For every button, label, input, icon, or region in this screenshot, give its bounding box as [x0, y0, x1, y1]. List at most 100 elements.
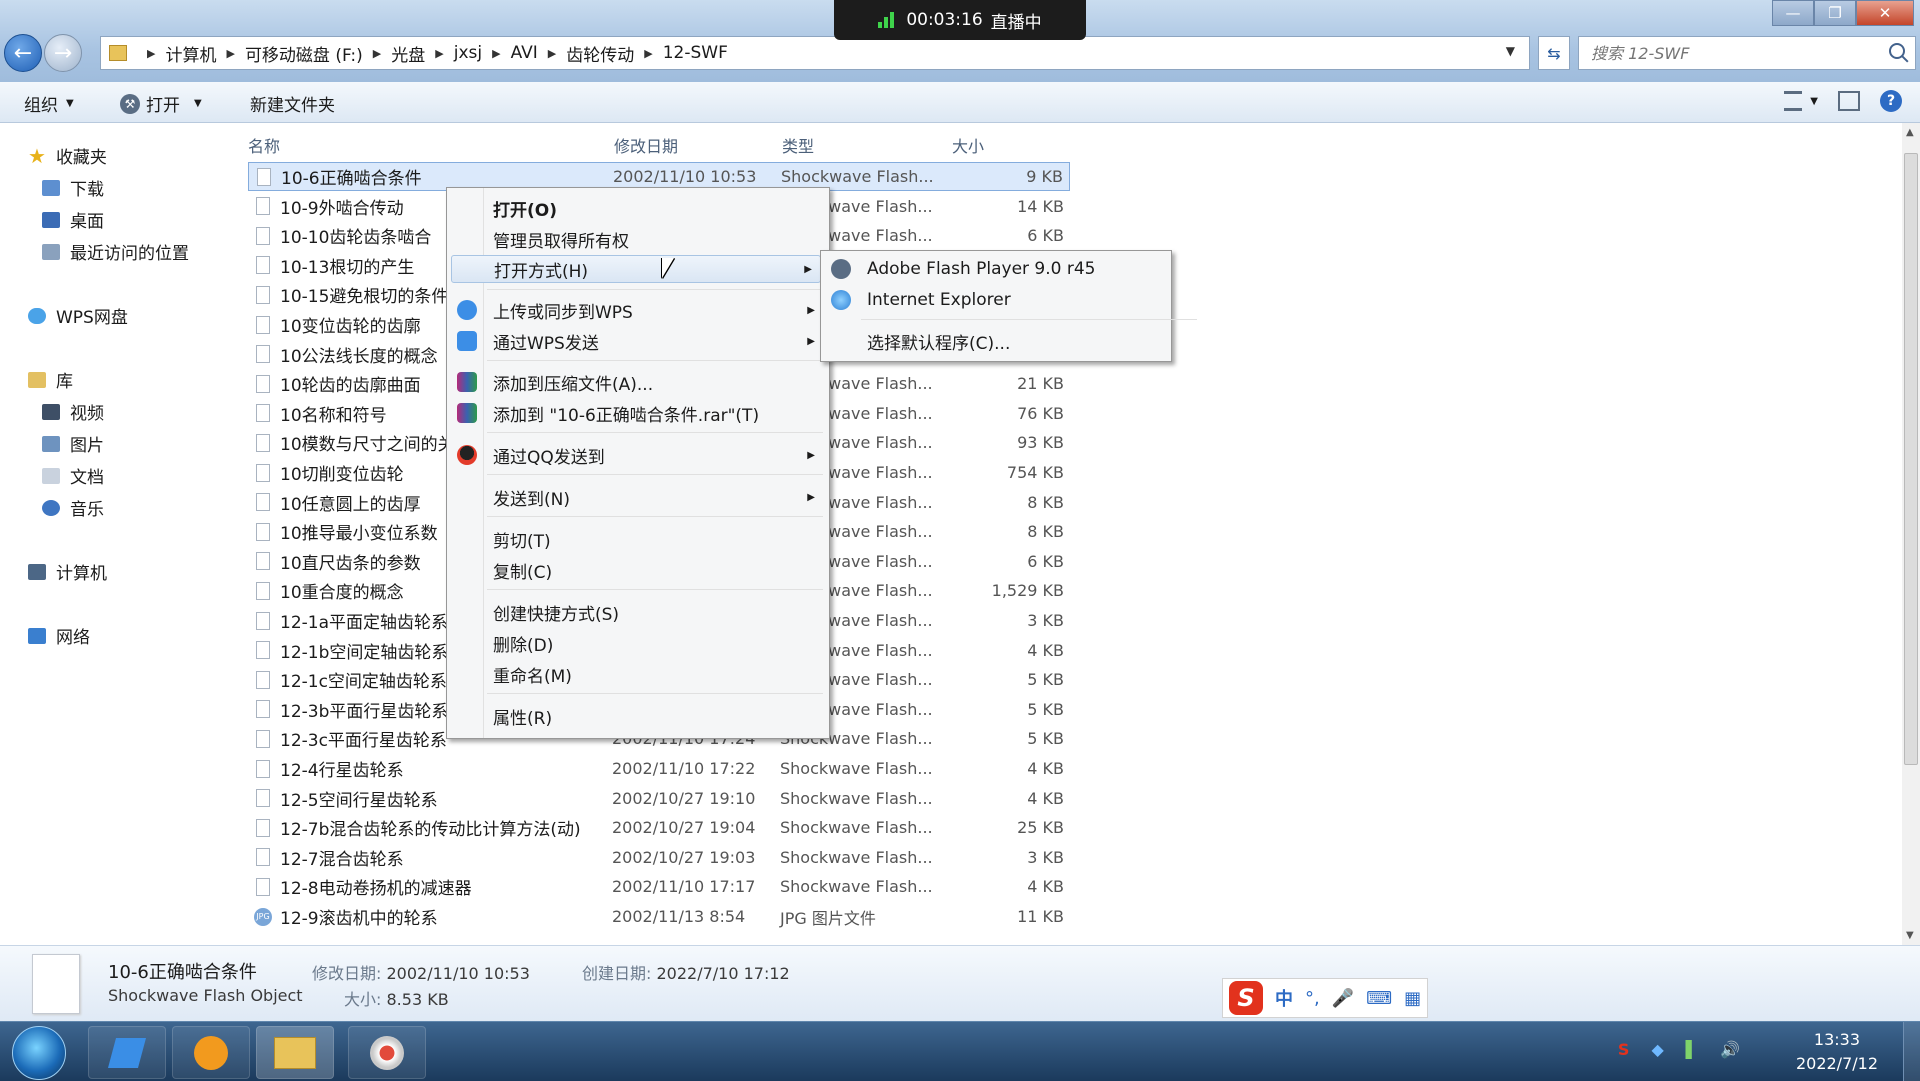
scroll-down-icon[interactable]: ▼: [1906, 930, 1914, 941]
nav-videos[interactable]: 视频: [42, 399, 104, 424]
breadcrumb-item[interactable]: 计算机: [165, 41, 216, 66]
taskbar-app-music[interactable]: [172, 1026, 250, 1079]
sogou-logo-icon[interactable]: S: [1229, 981, 1263, 1015]
feishu-tray-icon[interactable]: ◆: [1651, 1040, 1663, 1059]
nav-music[interactable]: 音乐: [42, 495, 104, 520]
column-header-size[interactable]: 大小: [952, 133, 984, 157]
address-bar[interactable]: ▶ 计算机 ▶ 可移动磁盘 (F:) ▶ 光盘 ▶ jxsj ▶ AVI ▶ 齿…: [100, 36, 1530, 70]
nav-recent[interactable]: 最近访问的位置: [42, 239, 189, 264]
chevron-right-icon[interactable]: ▶: [226, 47, 234, 60]
back-button[interactable]: ←: [4, 34, 42, 72]
organize-button[interactable]: 组织 ▼: [24, 91, 74, 116]
breadcrumb-item[interactable]: jxsj: [454, 43, 482, 63]
clock[interactable]: 13:33 2022/7/12: [1796, 1028, 1878, 1076]
file-row[interactable]: 12-8电动卷扬机的减速器 2002/11/10 17:17 Shockwave F…: [248, 872, 1070, 901]
scroll-up-icon[interactable]: ▲: [1906, 127, 1914, 138]
submenu-item-internet-explorer[interactable]: Internet Explorer: [831, 286, 1197, 314]
details-size: 大小: 8.53 KB: [344, 986, 449, 1010]
column-header-type[interactable]: 类型: [782, 133, 814, 157]
nav-network[interactable]: 网络: [28, 623, 90, 648]
forward-button[interactable]: →: [44, 34, 82, 72]
toolbox-icon[interactable]: ▦: [1404, 988, 1421, 1009]
nav-pictures[interactable]: 图片: [42, 431, 104, 456]
menu-item-create-shortcut[interactable]: 创建快捷方式(S): [493, 598, 823, 626]
chevron-down-icon[interactable]: ▼: [1506, 44, 1515, 58]
keyboard-icon[interactable]: ⌨: [1366, 988, 1392, 1009]
refresh-button[interactable]: ⇆: [1538, 36, 1570, 70]
taskbar-app-feishu[interactable]: [88, 1026, 166, 1079]
column-header-name[interactable]: 名称: [248, 133, 280, 157]
chevron-right-icon[interactable]: ▶: [644, 47, 652, 60]
menu-item-send-qq[interactable]: 通过QQ发送到 ▶: [457, 441, 823, 469]
search-input[interactable]: [1589, 42, 1873, 64]
menu-item-take-ownership[interactable]: 管理员取得所有权: [493, 225, 823, 253]
file-type: Shockwave Flash...: [781, 167, 934, 186]
file-row[interactable]: JPG 12-9滚齿机中的轮系 2002/11/13 8:54 JPG 图片文件 11 …: [248, 902, 1070, 931]
volume-icon[interactable]: 🔊: [1720, 1040, 1740, 1059]
nav-libraries[interactable]: 库: [28, 367, 73, 392]
chevron-right-icon[interactable]: ▶: [548, 47, 556, 60]
new-folder-button[interactable]: 新建文件夹: [250, 91, 335, 116]
menu-item-open-with[interactable]: 打开方式(H) ▶: [451, 255, 821, 283]
chevron-right-icon[interactable]: ▶: [435, 47, 443, 60]
nav-wps[interactable]: WPS网盘: [28, 303, 128, 328]
nav-downloads[interactable]: 下载: [42, 175, 104, 200]
vertical-scrollbar[interactable]: ▲ ▼: [1902, 123, 1920, 945]
chevron-down-icon[interactable]: ▼: [194, 98, 202, 109]
menu-item-delete[interactable]: 删除(D): [493, 629, 823, 657]
ime-mode[interactable]: 中: [1275, 985, 1293, 1011]
breadcrumb-item[interactable]: 齿轮传动: [566, 41, 634, 66]
scroll-thumb[interactable]: [1904, 153, 1918, 765]
menu-item-rename[interactable]: 重命名(M): [493, 660, 823, 688]
menu-label: 管理员取得所有权: [493, 231, 629, 252]
music-player-icon: [194, 1035, 228, 1070]
view-options-icon[interactable]: [1784, 91, 1803, 111]
submenu-item-flash-player[interactable]: Adobe Flash Player 9.0 r45: [831, 255, 1197, 283]
submenu-item-choose-default[interactable]: 选择默认程序(C)...: [867, 327, 1197, 355]
menu-item-properties[interactable]: 属性(R): [493, 702, 823, 730]
open-button[interactable]: ⚒ 打开 ▼: [120, 91, 202, 116]
taskbar-app-explorer[interactable]: [256, 1026, 334, 1079]
chevron-right-icon[interactable]: ▶: [373, 47, 381, 60]
breadcrumb-item[interactable]: AVI: [511, 43, 538, 63]
nav-favorites[interactable]: ★ 收藏夹: [28, 143, 107, 169]
search-icon[interactable]: [1889, 43, 1905, 59]
details-value: 8.53 KB: [386, 990, 449, 1009]
file-row[interactable]: 12-4行星齿轮系 2002/11/10 17:22 Shockwave Flash…: [248, 754, 1070, 783]
breadcrumb-item[interactable]: 可移动磁盘 (F:): [245, 41, 363, 66]
menu-item-add-archive[interactable]: 添加到压缩文件(A)...: [457, 368, 823, 396]
menu-item-send-to[interactable]: 发送到(N) ▶: [493, 483, 823, 511]
start-button[interactable]: [12, 1026, 66, 1080]
preview-pane-icon[interactable]: [1838, 91, 1860, 111]
menu-item-add-rar[interactable]: 添加到 "10-6正确啮合条件.rar"(T): [457, 399, 823, 427]
show-desktop-button[interactable]: [1903, 1022, 1920, 1081]
file-row[interactable]: 12-7b混合齿轮系的传动比计算方法(动) 2002/10/27 19:04 Sho…: [248, 813, 1070, 842]
menu-item-upload-wps[interactable]: 上传或同步到WPS ▶: [457, 296, 823, 324]
menu-item-send-wps[interactable]: 通过WPS发送 ▶: [457, 327, 823, 355]
file-row[interactable]: 12-7混合齿轮系 2002/10/27 19:03 Shockwave Flash…: [248, 843, 1070, 872]
microphone-icon[interactable]: 🎤: [1332, 988, 1354, 1009]
breadcrumb-item[interactable]: 12-SWF: [663, 43, 728, 63]
menu-item-copy[interactable]: 复制(C): [493, 556, 823, 584]
close-button[interactable]: ✕: [1856, 0, 1914, 26]
nav-desktop[interactable]: 桌面: [42, 207, 104, 232]
punctuation-icon[interactable]: °,: [1305, 988, 1320, 1009]
file-row[interactable]: 12-5空间行星齿轮系 2002/10/27 19:10 Shockwave Fla…: [248, 784, 1070, 813]
chevron-down-icon[interactable]: ▼: [1810, 96, 1818, 107]
nav-label: 音乐: [70, 500, 104, 520]
nav-computer[interactable]: 计算机: [28, 559, 107, 584]
help-icon[interactable]: ?: [1880, 90, 1902, 112]
breadcrumb-item[interactable]: 光盘: [391, 41, 425, 66]
menu-item-open[interactable]: 打开(O): [493, 194, 823, 222]
menu-item-cut[interactable]: 剪切(T): [493, 525, 823, 553]
menu-label: 通过QQ发送到: [493, 447, 605, 468]
maximize-button[interactable]: ❐: [1814, 0, 1856, 26]
sogou-tray-icon[interactable]: S: [1618, 1040, 1630, 1059]
nav-documents[interactable]: 文档: [42, 463, 104, 488]
chevron-right-icon[interactable]: ▶: [492, 47, 500, 60]
minimize-button[interactable]: —: [1772, 0, 1814, 26]
search-box[interactable]: [1578, 36, 1916, 70]
column-header-date[interactable]: 修改日期: [614, 133, 678, 157]
taskbar-app-recorder[interactable]: [348, 1026, 426, 1079]
network-tray-icon[interactable]: ▌: [1686, 1040, 1698, 1059]
